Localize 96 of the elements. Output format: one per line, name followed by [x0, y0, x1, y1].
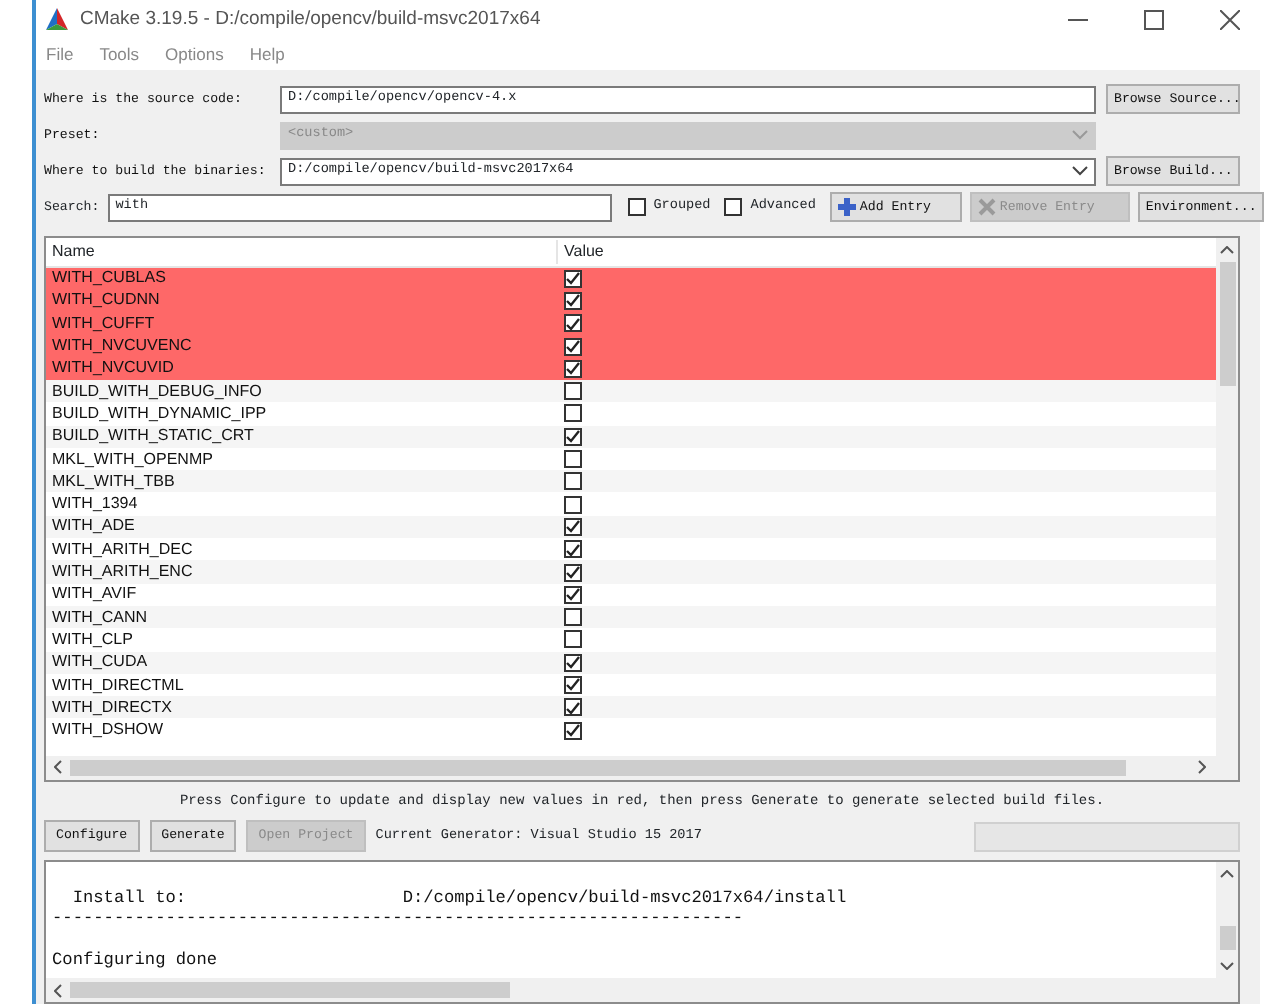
menu-item[interactable]: Tools: [99, 41, 140, 67]
table-row[interactable]: WITH_DIRECTX: [46, 696, 1216, 719]
value-checkbox[interactable]: [564, 721, 582, 740]
log-line: -------------------------------------------------------------------: [52, 908, 746, 929]
table-row[interactable]: WITH_1394: [46, 492, 1216, 516]
value-checkbox[interactable]: [564, 359, 582, 378]
name-cell-text: WITH_CUDA: [50, 650, 150, 675]
table-row[interactable]: WITH_ARITH_ENC: [46, 560, 1216, 584]
value-checkbox[interactable]: [564, 472, 582, 491]
menu-item[interactable]: File: [46, 41, 74, 67]
table-row[interactable]: WITH_ARITH_DEC: [46, 538, 1216, 561]
name-cell-text: WITH_DIRECTML: [50, 673, 186, 697]
scroll-thumb[interactable]: [70, 759, 1126, 775]
menu-item[interactable]: Help: [249, 41, 285, 67]
horizontal-scrollbar[interactable]: [46, 978, 1238, 1002]
value-checkbox[interactable]: [564, 404, 582, 423]
value-checkbox[interactable]: [564, 675, 582, 694]
name-cell-text: WITH_CANN: [50, 605, 150, 630]
name-cell-text: WITH_DIRECTX: [50, 695, 174, 720]
window-title: CMake 3.19.5 - D:/compile/opencv/build-msvc2017x64: [80, 5, 541, 34]
table-row[interactable]: WITH_NVCUVID: [46, 357, 1216, 380]
value-checkbox[interactable]: [564, 698, 582, 717]
name-cell-text: WITH_DSHOW: [50, 718, 166, 743]
plus-icon: [837, 198, 856, 216]
value-checkbox[interactable]: [564, 630, 582, 649]
scroll-thumb[interactable]: [1219, 261, 1235, 385]
table-row[interactable]: BUILD_WITH_DYNAMIC_IPP: [46, 402, 1216, 426]
table-row[interactable]: WITH_CUBLAS: [46, 267, 1216, 290]
remove-icon: [977, 198, 996, 216]
menu-item[interactable]: Options: [165, 41, 224, 67]
scroll-thumb[interactable]: [70, 982, 510, 998]
value-checkbox[interactable]: [564, 291, 582, 310]
maximize-icon[interactable]: [1144, 9, 1164, 30]
table-row[interactable]: WITH_DSHOW: [46, 718, 1216, 742]
table-row[interactable]: WITH_AVIF: [46, 583, 1216, 606]
column-header[interactable]: Name: [46, 239, 558, 263]
vertical-scrollbar[interactable]: [1216, 237, 1238, 755]
value-checkbox[interactable]: [564, 269, 582, 288]
column-header[interactable]: Value: [558, 239, 604, 263]
table-row[interactable]: MKL_WITH_OPENMP: [46, 447, 1216, 471]
scroll-thumb[interactable]: [1219, 926, 1235, 950]
dropdown-caret-icon: [1072, 130, 1088, 140]
name-cell-text: WITH_1394: [50, 492, 140, 517]
table-row[interactable]: WITH_DIRECTML: [46, 673, 1216, 697]
value-checkbox[interactable]: [564, 495, 582, 514]
checkbox[interactable]: [627, 198, 646, 216]
name-cell-text: WITH_ARITH_ENC: [50, 560, 195, 585]
name-cell-text: BUILD_WITH_DEBUG_INFO: [50, 379, 264, 404]
name-cell-text: MKL_WITH_TBB: [50, 469, 177, 494]
value-checkbox[interactable]: [564, 450, 582, 469]
table-row[interactable]: WITH_ADE: [46, 515, 1216, 539]
value-checkbox[interactable]: [564, 608, 582, 627]
table-row[interactable]: WITH_CANN: [46, 605, 1216, 629]
value-checkbox[interactable]: [564, 427, 582, 446]
scroll-left-icon[interactable]: [54, 760, 62, 774]
scroll-down-icon[interactable]: [1220, 962, 1234, 970]
horizontal-scrollbar[interactable]: [46, 755, 1238, 779]
name-cell-text: WITH_NVCUVENC: [50, 334, 194, 359]
table-row[interactable]: WITH_CUDNN: [46, 289, 1216, 313]
name-cell-text: BUILD_WITH_STATIC_CRT: [50, 424, 256, 449]
value-checkbox[interactable]: [564, 563, 582, 581]
value-checkbox[interactable]: [564, 653, 582, 672]
name-cell-text: WITH_ADE: [50, 514, 137, 539]
table-row[interactable]: WITH_CUFFT: [46, 312, 1216, 335]
table-row[interactable]: WITH_CUDA: [46, 651, 1216, 674]
log-line: Install to: D:/compile/opencv/build-msvc2017x64/install: [70, 885, 849, 908]
value-checkbox[interactable]: [564, 337, 582, 356]
scroll-up-icon[interactable]: [1220, 245, 1234, 253]
name-cell-text: WITH_CUFFT: [50, 311, 157, 336]
value-checkbox[interactable]: [564, 382, 582, 401]
name-cell-text: WITH_NVCUVID: [50, 356, 176, 381]
name-cell-text: MKL_WITH_OPENMP: [50, 447, 215, 472]
name-cell-text: WITH_ARITH_DEC: [50, 537, 195, 562]
table-row[interactable]: MKL_WITH_TBB: [46, 470, 1216, 493]
cmake-logo-icon: [46, 8, 68, 31]
value-checkbox[interactable]: [564, 585, 582, 604]
name-cell-text: BUILD_WITH_DYNAMIC_IPP: [50, 401, 269, 426]
scroll-right-icon[interactable]: [1198, 760, 1206, 774]
table-row[interactable]: BUILD_WITH_STATIC_CRT: [46, 425, 1216, 448]
vertical-scrollbar[interactable]: [1216, 862, 1238, 978]
name-cell-text: WITH_AVIF: [50, 582, 139, 607]
dropdown-caret-icon: [1072, 166, 1088, 176]
table-row[interactable]: WITH_NVCUVENC: [46, 334, 1216, 358]
table-row[interactable]: WITH_CLP: [46, 628, 1216, 652]
name-cell-text: WITH_CUDNN: [50, 288, 162, 313]
scroll-left-icon[interactable]: [54, 983, 62, 997]
value-checkbox[interactable]: [564, 540, 582, 559]
close-icon[interactable]: [1220, 9, 1240, 30]
value-checkbox[interactable]: [564, 314, 582, 333]
name-cell-text: WITH_CUBLAS: [50, 266, 168, 291]
checkbox[interactable]: [724, 198, 743, 216]
scroll-up-icon[interactable]: [1220, 870, 1234, 878]
name-cell-text: WITH_CLP: [50, 627, 135, 652]
value-checkbox[interactable]: [564, 517, 582, 536]
table-row[interactable]: BUILD_WITH_DEBUG_INFO: [46, 379, 1216, 403]
log-line: Configuring done: [52, 948, 220, 971]
